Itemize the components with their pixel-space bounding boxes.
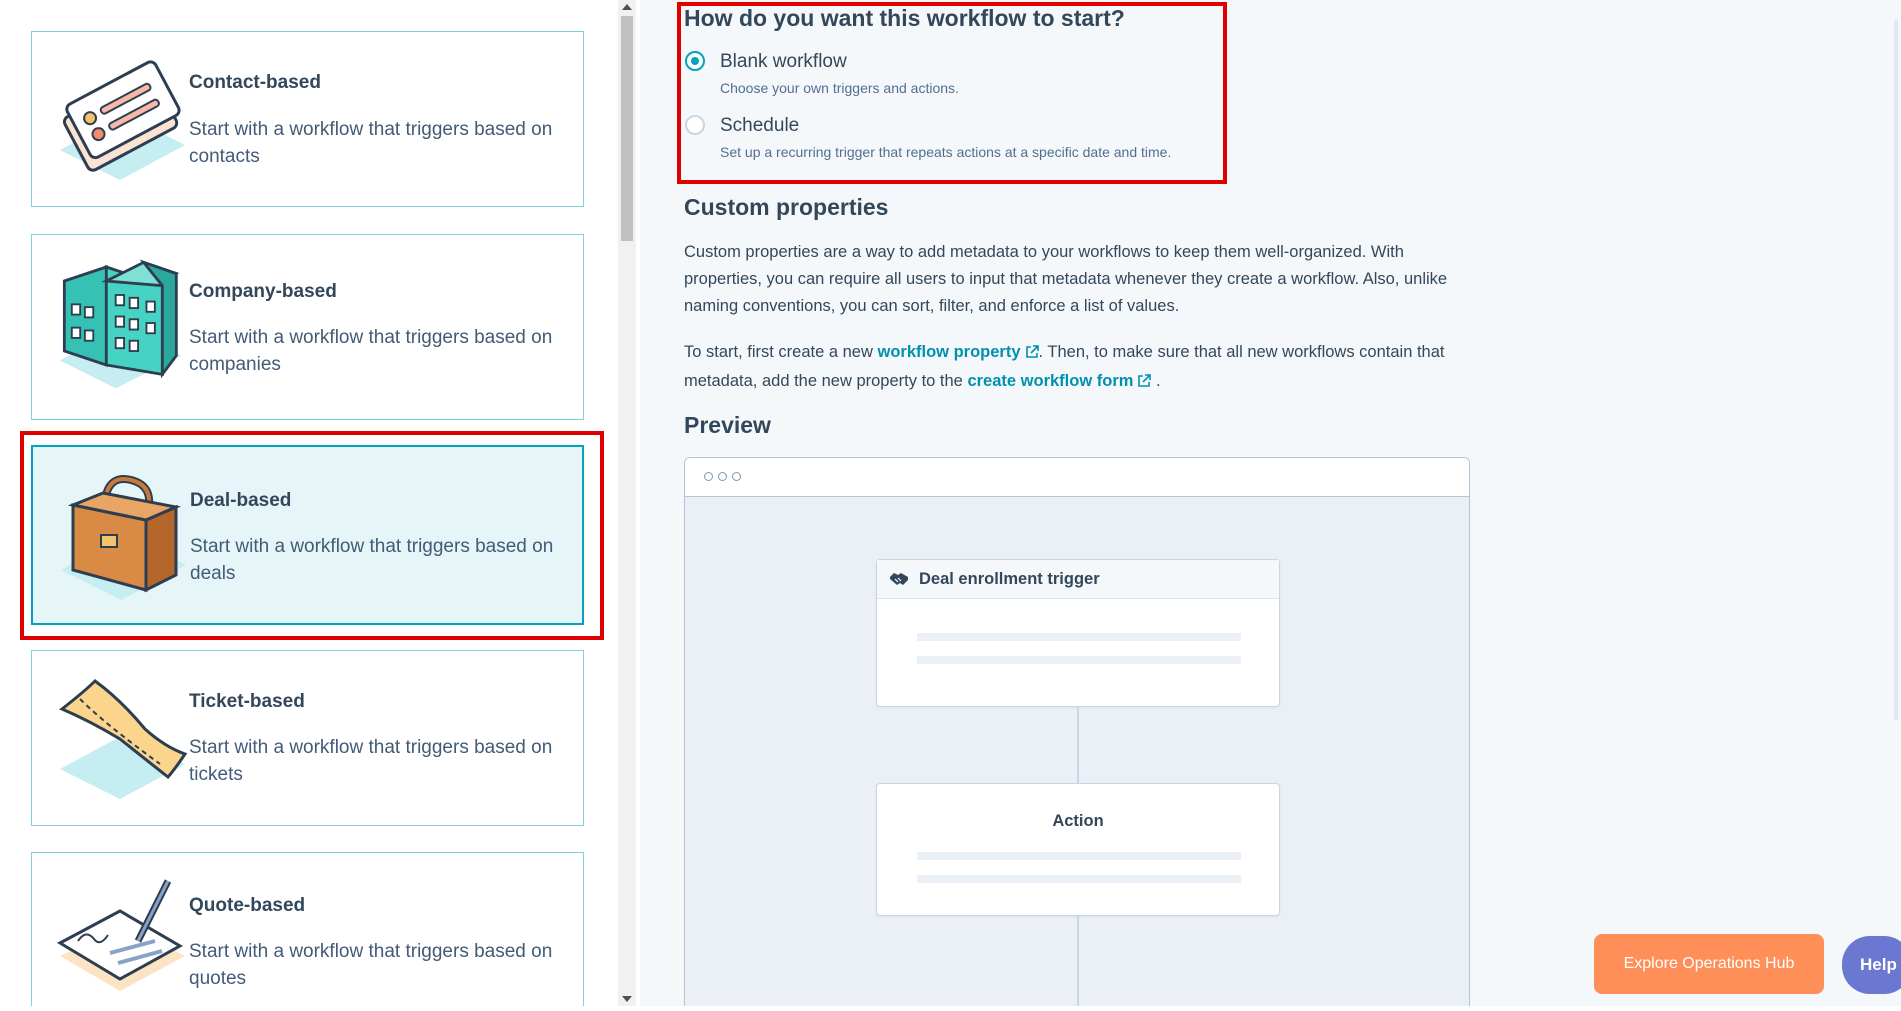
right-scrollbar-track[interactable]	[1894, 20, 1898, 720]
action-title: Action	[1052, 812, 1104, 830]
briefcase-icon	[61, 475, 186, 600]
create-workflow-form-link[interactable]: create workflow form	[967, 372, 1133, 390]
card-description: Start with a workflow that triggers base…	[189, 737, 553, 785]
explore-operations-hub-button[interactable]: Explore Operations Hub	[1594, 934, 1824, 994]
preview-frame: Deal enrollment trigger Action	[684, 457, 1470, 1006]
handshake-icon	[890, 573, 908, 585]
card-company-based[interactable]: Company-based Start with a workflow that…	[31, 234, 584, 420]
placeholder-line	[917, 875, 1241, 883]
schedule-help: Set up a recurring trigger that repeats …	[720, 144, 1172, 160]
preview-heading: Preview	[684, 412, 771, 438]
connector-line	[1077, 916, 1079, 1006]
ticket-icon	[59, 679, 188, 799]
radio-blank-workflow[interactable]	[685, 51, 705, 71]
card-description: Start with a workflow that triggers base…	[189, 941, 553, 989]
custom-properties-heading: Custom properties	[684, 194, 889, 220]
workflow-property-link[interactable]: workflow property	[878, 343, 1021, 361]
card-title: Company-based	[189, 281, 337, 302]
start-heading: How do you want this workflow to start?	[684, 5, 1125, 31]
card-title: Quote-based	[189, 895, 306, 916]
instructions-text: To start, first create a new	[684, 343, 873, 361]
external-link-icon[interactable]	[1137, 374, 1152, 388]
scroll-down-arrow-icon[interactable]	[622, 996, 632, 1002]
card-title: Ticket-based	[189, 691, 305, 712]
card-deal-based[interactable]: Deal-based Start with a workflow that tr…	[31, 445, 584, 625]
card-description: Start with a workflow that triggers base…	[190, 536, 554, 584]
card-title: Contact-based	[189, 72, 321, 93]
card-quote-based[interactable]: Quote-based Start with a workflow that t…	[31, 852, 584, 1006]
instructions-text: .	[1156, 372, 1161, 390]
left-scrollbar[interactable]	[618, 0, 636, 1006]
card-description: Start with a workflow that triggers base…	[189, 119, 553, 167]
card-description: Start with a workflow that triggers base…	[189, 327, 553, 375]
signed-document-icon	[56, 879, 185, 991]
schedule-label[interactable]: Schedule	[720, 115, 799, 137]
external-link-icon[interactable]	[1025, 345, 1039, 359]
placeholder-line	[917, 852, 1241, 860]
window-dot-icon	[718, 472, 727, 481]
card-contact-based[interactable]: Contact-based Start with a workflow that…	[31, 31, 584, 207]
scroll-thumb[interactable]	[621, 16, 633, 241]
custom-properties-instructions: To start, first create a new workflow pr…	[684, 338, 1474, 396]
window-dot-icon	[732, 472, 741, 481]
card-ticket-based[interactable]: Ticket-based Start with a workflow that …	[31, 650, 584, 826]
scroll-up-arrow-icon[interactable]	[622, 4, 632, 10]
trigger-node-header: Deal enrollment trigger	[877, 560, 1279, 599]
placeholder-line	[917, 633, 1241, 641]
connector-line	[1077, 707, 1079, 783]
help-button[interactable]: Help	[1842, 936, 1901, 994]
action-node: Action	[876, 783, 1280, 916]
placeholder-line	[917, 656, 1241, 664]
window-dot-icon	[704, 472, 713, 481]
preview-window-bar	[685, 458, 1469, 497]
radio-schedule[interactable]	[685, 115, 705, 135]
custom-properties-description: Custom properties are a way to add metad…	[684, 243, 1448, 315]
trigger-node: Deal enrollment trigger	[876, 559, 1280, 707]
template-type-list: Contact-based Start with a workflow that…	[0, 0, 618, 1006]
contact-cards-icon	[60, 60, 185, 180]
blank-workflow-label[interactable]: Blank workflow	[720, 51, 847, 73]
card-title: Deal-based	[190, 490, 292, 511]
trigger-title: Deal enrollment trigger	[919, 570, 1100, 588]
building-icon	[59, 259, 181, 389]
blank-workflow-help: Choose your own triggers and actions.	[720, 80, 959, 96]
